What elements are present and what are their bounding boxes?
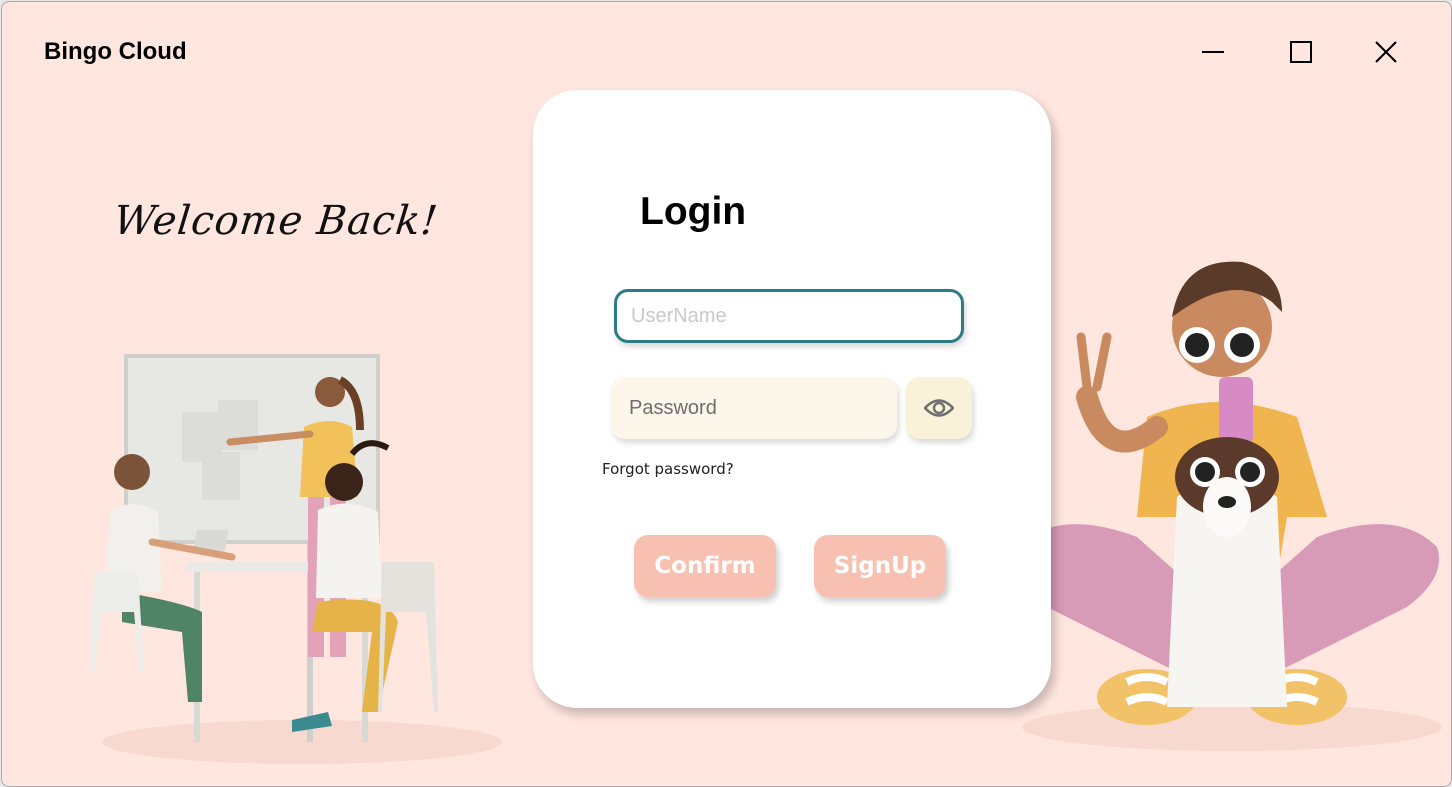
login-card: Login Forgot password? Confirm SignUp bbox=[533, 90, 1051, 708]
maximize-button[interactable] bbox=[1279, 30, 1323, 74]
team-meeting-illustration bbox=[90, 354, 502, 764]
minimize-icon bbox=[1202, 51, 1224, 53]
maximize-icon bbox=[1290, 41, 1312, 63]
close-icon bbox=[1375, 41, 1397, 63]
signup-button[interactable]: SignUp bbox=[814, 535, 946, 597]
password-input[interactable] bbox=[611, 377, 897, 439]
welcome-heading: Welcome Back! bbox=[111, 198, 441, 244]
eye-icon bbox=[924, 399, 954, 417]
close-button[interactable] bbox=[1364, 30, 1408, 74]
username-input[interactable] bbox=[614, 289, 964, 343]
app-window: Bingo Cloud Welcome Back! Login UserName… bbox=[1, 1, 1452, 787]
show-password-button[interactable] bbox=[906, 377, 972, 439]
app-title: Bingo Cloud bbox=[44, 38, 187, 65]
login-title: Login bbox=[640, 190, 747, 233]
confirm-button[interactable]: Confirm bbox=[634, 535, 776, 597]
person-with-dog-illustration bbox=[1015, 261, 1442, 751]
minimize-button[interactable] bbox=[1191, 30, 1235, 74]
forgot-password-link[interactable]: Forgot password? bbox=[602, 460, 734, 478]
